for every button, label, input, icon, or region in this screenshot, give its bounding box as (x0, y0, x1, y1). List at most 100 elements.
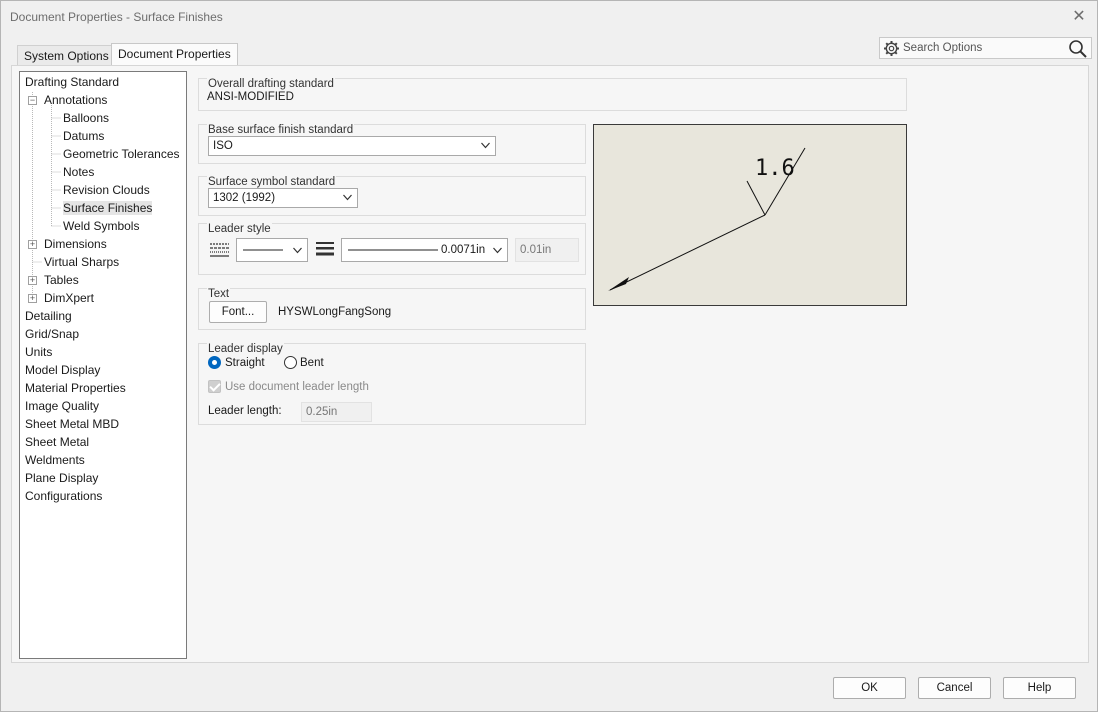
tree-item-configurations[interactable]: Configurations (25, 487, 102, 505)
leader-length-field[interactable]: 0.25in (301, 402, 372, 422)
bent-label: Bent (300, 357, 324, 369)
tree-item-surface-finishes[interactable]: Surface Finishes (63, 199, 153, 217)
tree-item-grid-snap[interactable]: Grid/Snap (25, 325, 79, 343)
dialog-window: Document Properties - Surface Finishes ✕… (0, 0, 1098, 712)
text-label: Text (207, 288, 231, 300)
tree-item-label: Image Quality (25, 399, 100, 413)
font-button[interactable]: Font... (209, 301, 267, 323)
tree-item-geometric-tolerances[interactable]: Geometric Tolerances (63, 145, 180, 163)
cancel-button[interactable]: Cancel (918, 677, 991, 699)
tree-item-tables[interactable]: Tables (44, 271, 79, 289)
tree-item-label: Annotations (44, 93, 108, 107)
tab-document-properties[interactable]: Document Properties (111, 43, 238, 65)
bent-radio[interactable] (284, 356, 297, 369)
tree-item-label: Drafting Standard (25, 75, 120, 89)
chevron-down-icon (293, 247, 302, 254)
tree-item-weld-symbols[interactable]: Weld Symbols (63, 217, 139, 235)
tree-item-label: Weldments (25, 453, 85, 467)
tree-item-label: Grid/Snap (25, 327, 80, 341)
tree-item-label: Datums (63, 129, 105, 143)
tree-item-detailing[interactable]: Detailing (25, 307, 72, 325)
tree-item-weldments[interactable]: Weldments (25, 451, 85, 469)
base-surface-value: ISO (213, 140, 233, 152)
base-surface-label: Base surface finish standard (207, 124, 355, 136)
tree-item-virtual-sharps[interactable]: Virtual Sharps (44, 253, 119, 271)
solid-line-icon (243, 249, 283, 251)
leader-line (609, 214, 766, 291)
tree-item-label: Model Display (25, 363, 101, 377)
use-doc-length-checkbox[interactable] (208, 380, 221, 393)
surface-symbol-value: 1302 (1992) (213, 192, 276, 204)
overall-drafting-value: ANSI-MODIFIED (207, 91, 294, 103)
tree-item-sheet-metal-mbd[interactable]: Sheet Metal MBD (25, 415, 119, 433)
line-style-dropdown[interactable] (236, 238, 308, 262)
tree-item-datums[interactable]: Datums (63, 127, 104, 145)
title-bar: Document Properties - Surface Finishes ✕ (1, 1, 1097, 33)
expand-icon[interactable]: + (28, 294, 37, 303)
line-thickness-dropdown[interactable]: 0.0071in (341, 238, 508, 262)
tree-item-drafting-standard[interactable]: Drafting Standard (25, 73, 119, 91)
tree-item-dimensions[interactable]: Dimensions (44, 235, 107, 253)
tree-item-revision-clouds[interactable]: Revision Clouds (63, 181, 150, 199)
tree-item-label: Notes (63, 165, 95, 179)
overall-drafting-group: Overall drafting standard (198, 78, 907, 111)
tree-item-annotations[interactable]: Annotations (44, 91, 107, 109)
expand-icon[interactable]: + (28, 240, 37, 249)
tree-item-label: Dimensions (44, 237, 107, 251)
straight-radio[interactable] (208, 356, 221, 369)
collapse-icon[interactable]: − (28, 96, 37, 105)
tree-item-material-properties[interactable]: Material Properties (25, 379, 126, 397)
arrowhead-icon (608, 277, 629, 291)
base-surface-dropdown[interactable]: ISO (208, 136, 496, 156)
tree-item-label: Surface Finishes (63, 201, 153, 215)
gear-icon[interactable] (883, 40, 900, 57)
chevron-down-icon (481, 142, 490, 149)
tree-item-label: Revision Clouds (63, 183, 150, 197)
surface-symbol-label: Surface symbol standard (207, 176, 337, 188)
tree-item-label: Sheet Metal MBD (25, 417, 120, 431)
tree-item-balloons[interactable]: Balloons (63, 109, 109, 127)
tree-item-image-quality[interactable]: Image Quality (25, 397, 99, 415)
tree-item-label: Sheet Metal (25, 435, 90, 449)
tree-item-notes[interactable]: Notes (63, 163, 94, 181)
symbol-value: 1.6 (755, 156, 795, 181)
close-icon[interactable]: ✕ (1069, 7, 1089, 27)
tree-item-label: Virtual Sharps (44, 255, 120, 269)
help-button[interactable]: Help (1003, 677, 1076, 699)
tree-item-label: Weld Symbols (63, 219, 140, 233)
tree-item-label: Balloons (63, 111, 110, 125)
tree-item-label: Material Properties (25, 381, 126, 395)
ok-button[interactable]: OK (833, 677, 906, 699)
straight-label: Straight (225, 357, 265, 369)
tree-item-plane-display[interactable]: Plane Display (25, 469, 98, 487)
tree-item-model-display[interactable]: Model Display (25, 361, 100, 379)
font-name: HYSWLongFangSong (278, 306, 392, 318)
tree-item-sheet-metal[interactable]: Sheet Metal (25, 433, 89, 451)
tree-item-label: Geometric Tolerances (63, 147, 180, 161)
line-thickness-value: 0.0071in (441, 244, 486, 256)
search-options-box[interactable]: Search Options (879, 37, 1092, 59)
chevron-down-icon (343, 194, 352, 201)
thickness-line-icon (348, 249, 438, 251)
line-thickness-icon (316, 242, 334, 256)
tree-item-units[interactable]: Units (25, 343, 52, 361)
surface-symbol-dropdown[interactable]: 1302 (1992) (208, 188, 358, 208)
window-title: Document Properties - Surface Finishes (10, 10, 223, 24)
options-tree[interactable]: Drafting Standard − Annotations Balloons… (19, 71, 187, 659)
surface-finish-symbol-drawing: 1.6 (608, 147, 806, 291)
tree-item-label: Detailing (25, 309, 72, 323)
tree-item-dimxpert[interactable]: DimXpert (44, 289, 94, 307)
overall-drafting-label: Overall drafting standard (207, 78, 335, 90)
custom-thickness-field[interactable]: 0.01in (515, 238, 579, 262)
tree-item-label: Plane Display (25, 471, 99, 485)
tree-item-label: DimXpert (44, 291, 95, 305)
leader-display-label: Leader display (207, 343, 284, 355)
search-icon[interactable] (1068, 39, 1088, 59)
tab-system-options[interactable]: System Options (17, 45, 116, 65)
expand-icon[interactable]: + (28, 276, 37, 285)
leader-style-label: Leader style (207, 223, 272, 235)
tree-item-label: Configurations (25, 489, 103, 503)
search-input[interactable]: Search Options (903, 42, 982, 54)
tree-item-label: Units (25, 345, 53, 359)
surface-finish-preview: 1.6 (593, 124, 907, 306)
